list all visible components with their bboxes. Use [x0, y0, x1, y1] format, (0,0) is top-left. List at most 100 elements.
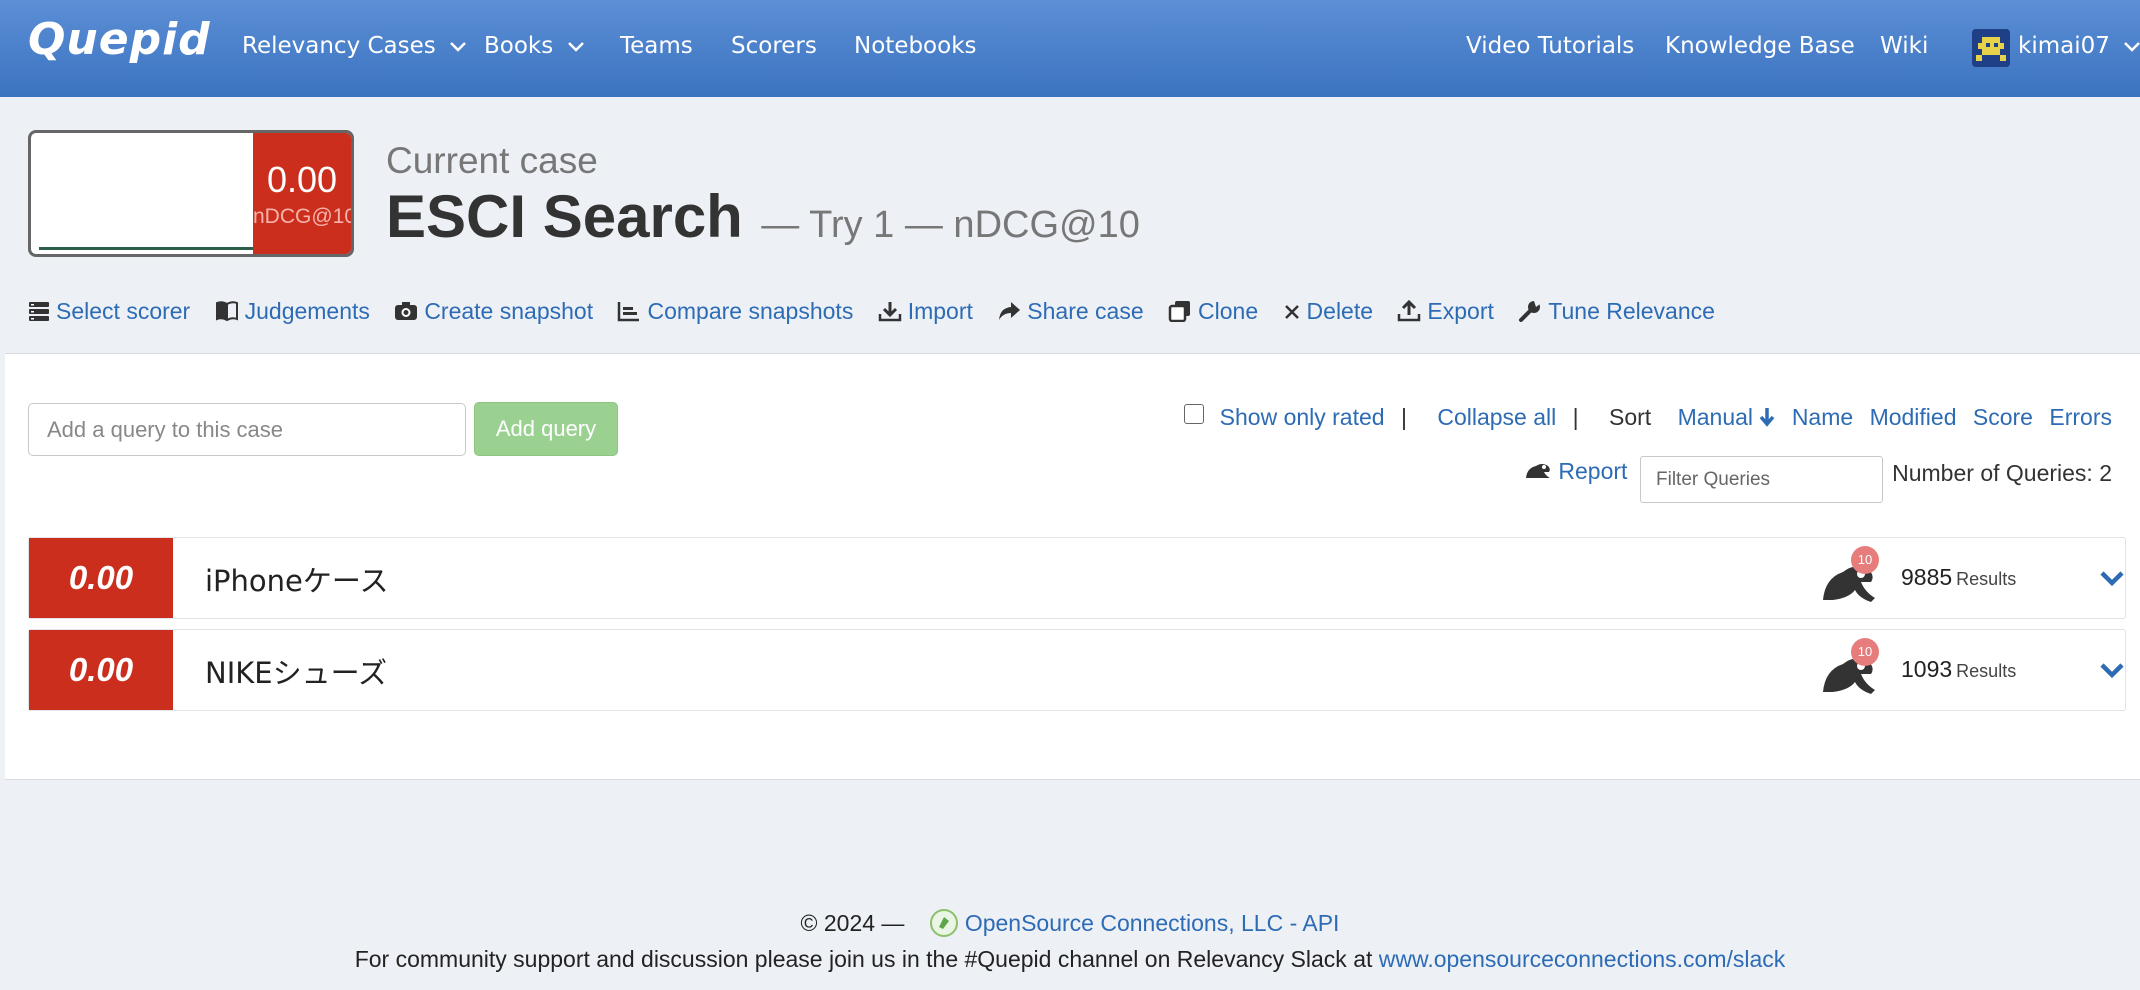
sort-score[interactable]: Score	[1973, 404, 2033, 430]
number-of-queries: Number of Queries: 2	[1892, 460, 2112, 486]
frog-icon	[1526, 464, 1550, 478]
clone-icon	[1168, 301, 1191, 322]
current-case-label: Current case	[386, 140, 598, 181]
results-number: 1093	[1901, 656, 1953, 682]
download-icon	[878, 302, 901, 322]
share-case-button[interactable]: Share case	[997, 298, 1144, 325]
divider: |	[1572, 404, 1579, 430]
nav-video-tutorials[interactable]: Video Tutorials	[1466, 33, 1634, 59]
collapse-all-link[interactable]: Collapse all	[1437, 404, 1556, 430]
top-navbar: Quepid Relevancy Cases Books Teams Score…	[0, 0, 2140, 97]
nav-knowledge-base[interactable]: Knowledge Base	[1665, 33, 1855, 59]
filter-queries-input[interactable]	[1640, 456, 1883, 503]
sort-manual-label: Manual	[1677, 404, 1754, 430]
query-row[interactable]: 0.00 NIKEシューズ 10 1093 Results	[28, 629, 2126, 711]
export-button[interactable]: Export	[1397, 298, 1494, 325]
select-scorer-button[interactable]: Select scorer	[28, 298, 190, 325]
tool-label: Compare snapshots	[647, 298, 854, 324]
book-icon	[215, 301, 238, 322]
results-number: 9885	[1901, 564, 1953, 590]
camera-icon	[395, 302, 418, 320]
show-only-rated-toggle[interactable]: Show only rated	[1174, 404, 1385, 430]
chevron-down-icon[interactable]	[2099, 568, 2125, 588]
import-button[interactable]: Import	[878, 298, 973, 325]
results-count: 9885 Results	[1901, 564, 2016, 591]
nav-wiki[interactable]: Wiki	[1880, 33, 1928, 59]
company-link[interactable]: OpenSource Connections, LLC	[965, 910, 1283, 936]
wrench-icon	[1519, 301, 1541, 322]
add-query-button[interactable]: Add query	[474, 402, 618, 456]
query-row[interactable]: 0.00 iPhoneケース 10 9885 Results	[28, 537, 2126, 619]
support-text: For community support and discussion ple…	[354, 946, 1379, 972]
case-title: ESCI Search — Try 1 — nDCG@10	[386, 182, 1140, 251]
report-link[interactable]: Report	[1524, 458, 1627, 485]
report-label: Report	[1558, 458, 1628, 484]
nav-notebooks[interactable]: Notebooks	[854, 33, 977, 59]
api-link[interactable]: API	[1302, 910, 1339, 936]
score-sparkline	[39, 247, 269, 250]
user-menu[interactable]: kimai07	[2018, 33, 2140, 59]
compare-snapshots-button[interactable]: Compare snapshots	[617, 298, 853, 325]
query-controls: Show only rated | Collapse all | Sort Ma…	[1164, 404, 2112, 431]
chevron-down-icon	[2124, 41, 2140, 52]
username: kimai07	[2018, 33, 2110, 59]
chevron-down-icon[interactable]	[2099, 660, 2125, 680]
create-snapshot-button[interactable]: Create snapshot	[394, 298, 593, 325]
copyright-text: © 2024 —	[800, 910, 905, 936]
case-score-value: 0.00	[266, 159, 338, 200]
list-icon	[29, 302, 49, 321]
sort-modified[interactable]: Modified	[1870, 404, 1957, 430]
chevron-down-icon	[450, 41, 466, 52]
case-score-metric: nDCG@10	[253, 205, 354, 228]
tune-relevance-button[interactable]: Tune Relevance	[1518, 298, 1715, 325]
delete-button[interactable]: Delete	[1283, 298, 1373, 325]
results-label: Results	[1956, 569, 2017, 589]
case-name[interactable]: ESCI Search	[386, 183, 743, 250]
slack-link[interactable]: www.opensourceconnections.com/slack	[1379, 946, 1786, 972]
sort-manual[interactable]: Manual	[1668, 404, 1776, 430]
tool-label: Create snapshot	[424, 298, 594, 324]
clone-button[interactable]: Clone	[1168, 298, 1258, 325]
nav-label: Relevancy Cases	[242, 33, 436, 59]
query-score: 0.00	[29, 538, 173, 618]
tool-label: Delete	[1306, 298, 1374, 324]
tool-label: Share case	[1027, 298, 1144, 324]
results-label: Results	[1956, 661, 2017, 681]
footer-copyright-line: © 2024 — OpenSource Connections, LLC - A…	[0, 908, 2140, 938]
case-score-badge: 0.00 nDCG@10	[253, 133, 351, 254]
frog-count-badge: 10	[1851, 638, 1879, 666]
query-text[interactable]: iPhoneケース	[205, 558, 388, 600]
tool-label: Export	[1427, 298, 1494, 324]
results-count: 1093 Results	[1901, 656, 2016, 683]
judgements-button[interactable]: Judgements	[215, 298, 370, 325]
tool-label: Clone	[1198, 298, 1259, 324]
nav-scorers[interactable]: Scorers	[731, 33, 817, 59]
tool-label: Tune Relevance	[1548, 298, 1715, 324]
show-only-rated-label: Show only rated	[1219, 404, 1385, 430]
company-sep: -	[1283, 910, 1303, 936]
divider: |	[1400, 404, 1407, 430]
add-query-input[interactable]	[28, 403, 466, 456]
case-toolbar: Select scorer Judgements Create snapshot…	[28, 298, 1733, 325]
show-only-rated-checkbox[interactable]	[1183, 404, 1204, 424]
osc-logo-icon	[929, 909, 958, 937]
sort-name[interactable]: Name	[1792, 404, 1853, 430]
sort-label: Sort	[1609, 404, 1652, 430]
query-score: 0.00	[29, 630, 173, 710]
user-avatar[interactable]	[1972, 29, 2010, 67]
frog-count-badge: 10	[1851, 546, 1879, 574]
sort-errors[interactable]: Errors	[2049, 404, 2112, 430]
tool-label: Import	[907, 298, 973, 324]
query-text[interactable]: NIKEシューズ	[205, 650, 387, 692]
nav-relevancy-cases[interactable]: Relevancy Cases	[242, 33, 467, 59]
tool-label: Judgements	[244, 298, 370, 324]
nav-books[interactable]: Books	[484, 33, 585, 59]
upload-icon	[1398, 300, 1421, 322]
nav-label: Books	[484, 33, 554, 59]
case-try-meta: — Try 1 — nDCG@10	[761, 204, 1140, 246]
avatar-image	[1972, 29, 2010, 67]
case-score-box: 0.00 nDCG@10	[28, 130, 354, 257]
nav-teams[interactable]: Teams	[620, 33, 693, 59]
share-icon	[999, 302, 1021, 320]
brand-logo[interactable]: Quepid	[28, 14, 211, 65]
